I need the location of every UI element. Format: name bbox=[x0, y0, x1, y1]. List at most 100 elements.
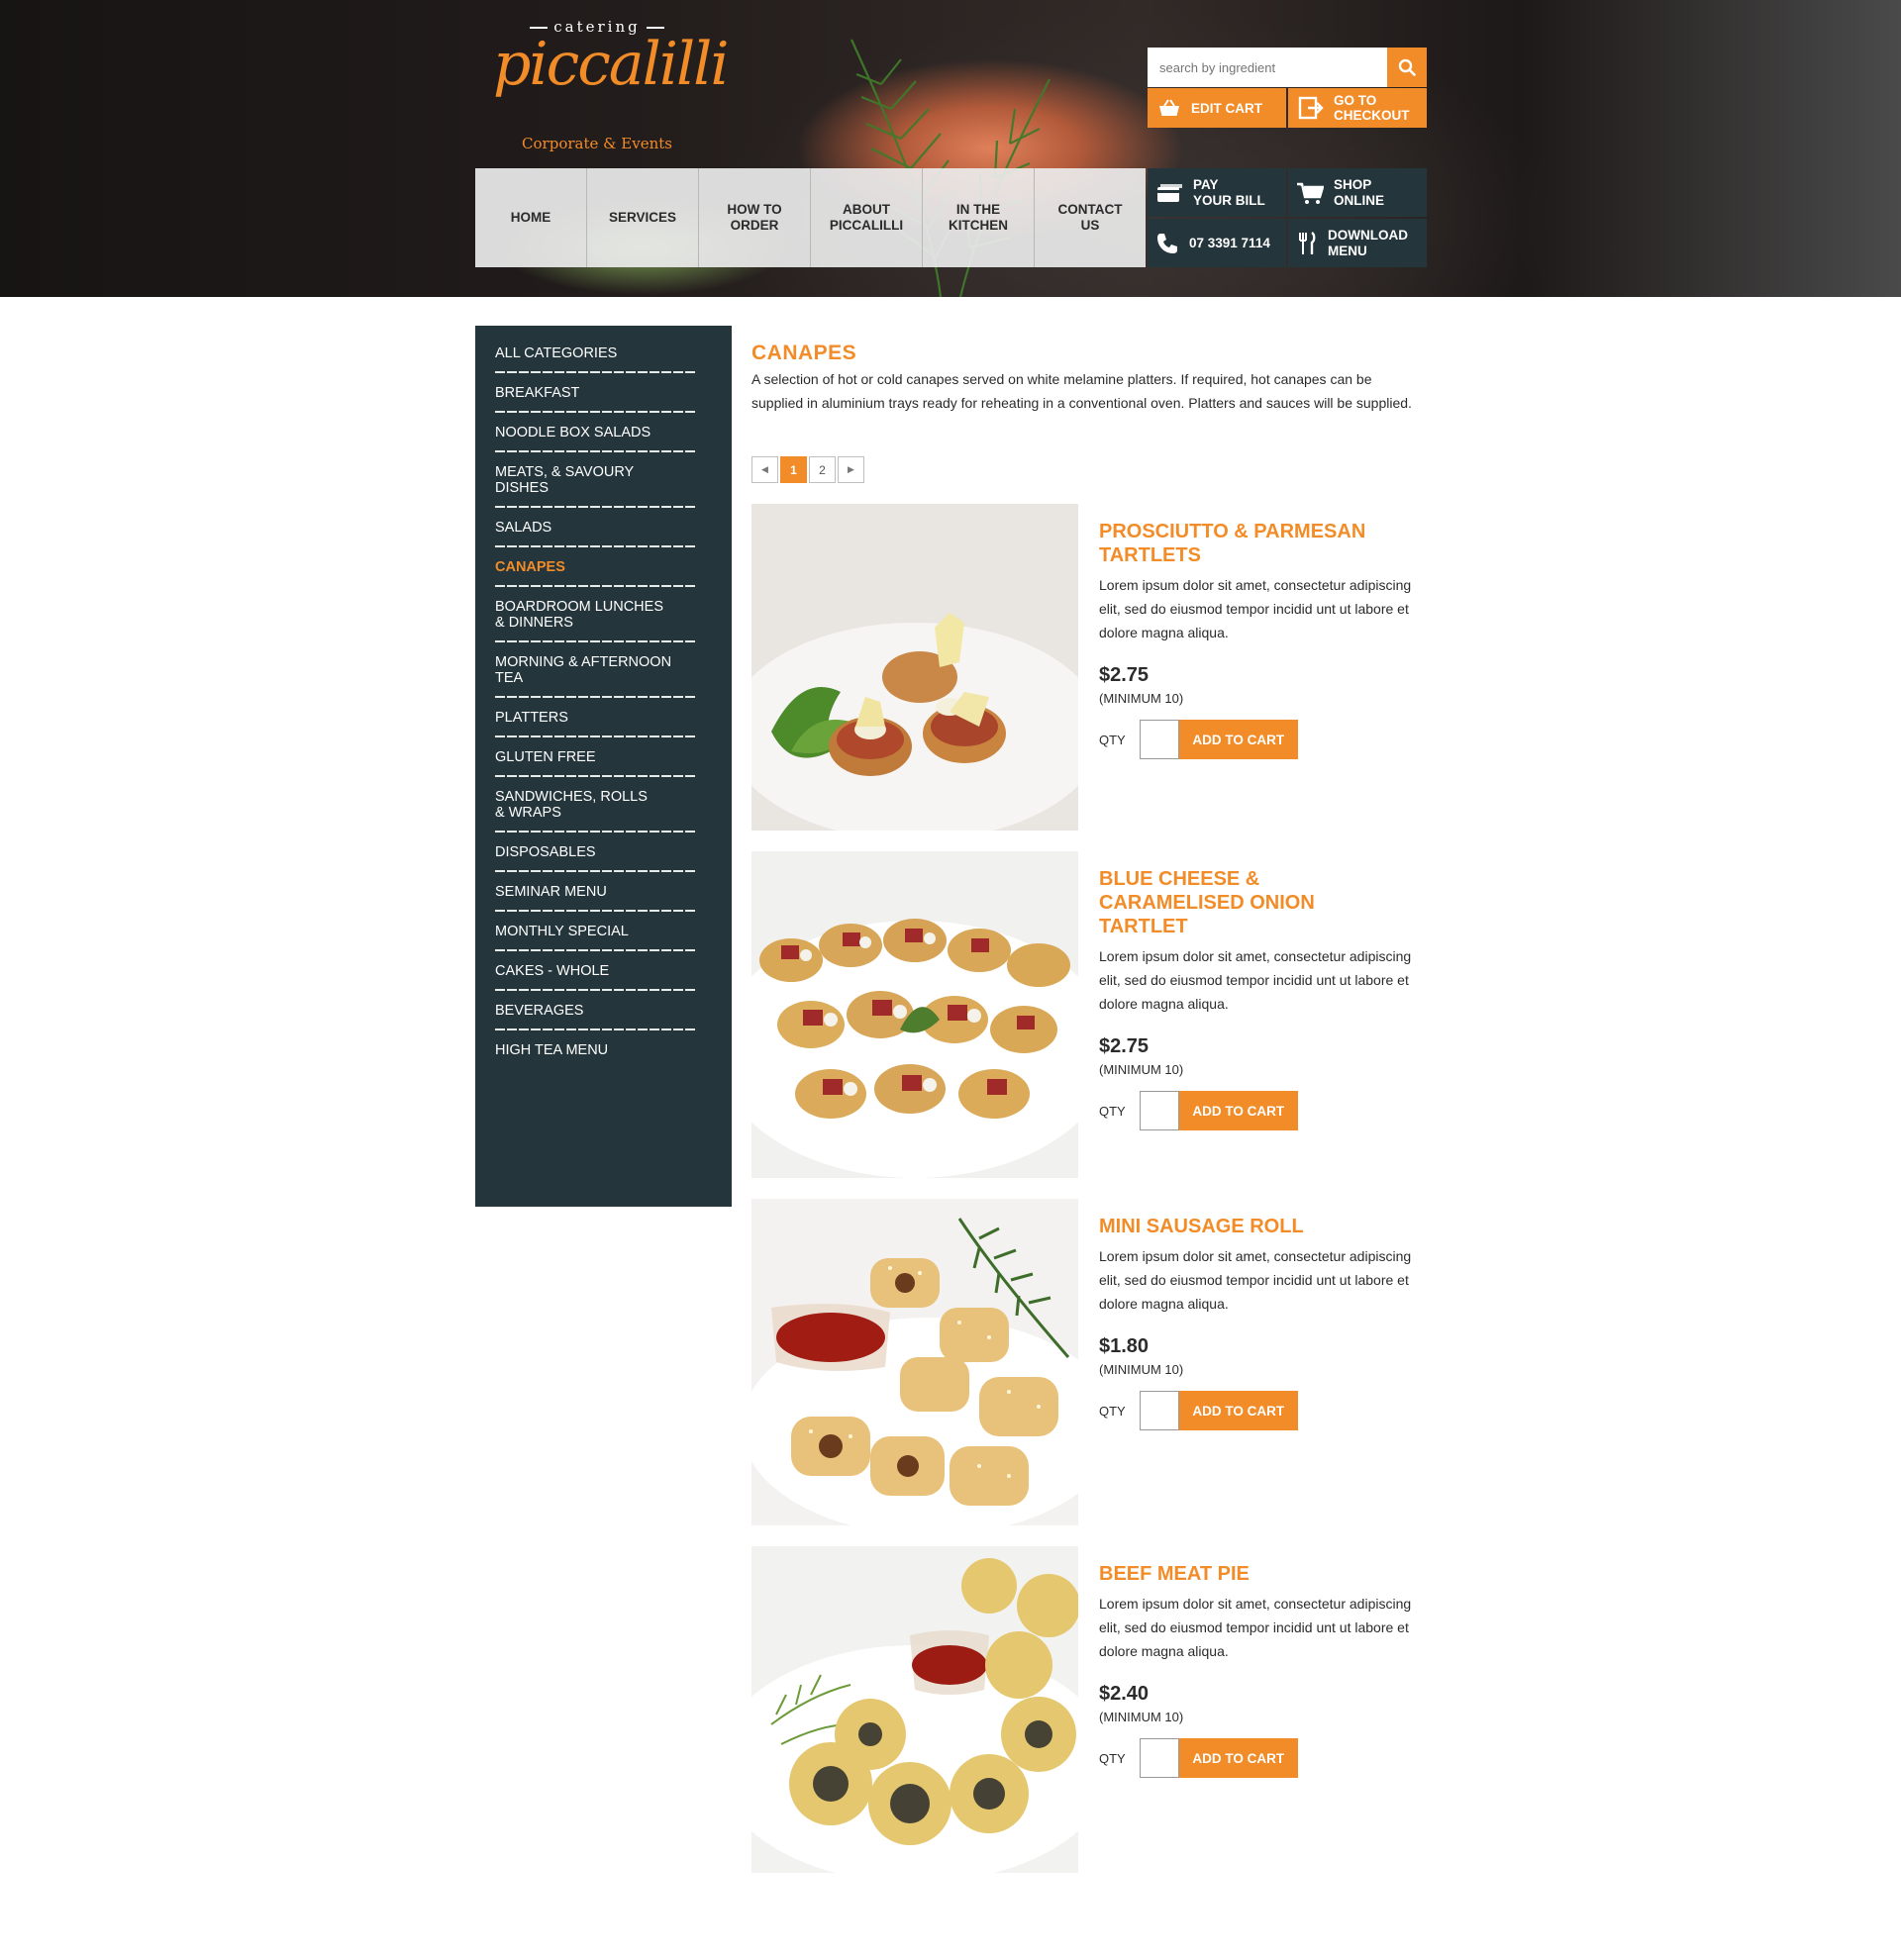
sidebar-divider bbox=[495, 371, 697, 373]
product-card: BLUE CHEESE & CARAMELISED ONION TARTLET Lor… bbox=[751, 851, 1427, 1178]
sidebar-category-item[interactable]: SEMINAR MENU bbox=[495, 884, 712, 900]
product-image[interactable] bbox=[751, 504, 1078, 831]
product-description: Lorem ipsum dolor sit amet, consectetur … bbox=[1099, 577, 1412, 640]
sidebar-category-item[interactable]: DISPOSABLES bbox=[495, 844, 712, 860]
cutlery-icon bbox=[1299, 231, 1316, 254]
next-page-button[interactable]: ▶ bbox=[838, 456, 864, 483]
checkout-button[interactable]: GO TO CHECKOUT bbox=[1288, 88, 1427, 128]
add-to-cart-button[interactable]: ADD TO CART bbox=[1178, 720, 1298, 759]
nav-contact[interactable]: CONTACT US bbox=[1035, 168, 1146, 267]
product-info: MINI SAUSAGE ROLL Lorem ipsum dolor sit a… bbox=[1099, 1215, 1427, 1430]
sidebar-category-item[interactable]: BOARDROOM LUNCHES & DINNERS bbox=[495, 599, 712, 631]
pagination: ◀ 1 2 ▶ bbox=[751, 456, 864, 483]
qty-input[interactable] bbox=[1139, 720, 1179, 759]
sidebar-divider bbox=[495, 831, 697, 833]
sidebar-category-item[interactable]: GLUTEN FREE bbox=[495, 749, 712, 765]
sidebar-category-item[interactable]: HIGH TEA MENU bbox=[495, 1042, 712, 1058]
qty-label: QTY bbox=[1099, 732, 1126, 747]
sidebar-category-item[interactable]: MORNING & AFTERNOON TEA bbox=[495, 654, 712, 686]
arrow-right-icon: ▶ bbox=[848, 464, 854, 474]
sidebar-category-item[interactable]: MEATS, & SAVOURY DISHES bbox=[495, 464, 712, 496]
product-image[interactable] bbox=[751, 1546, 1078, 1873]
product-description: Lorem ipsum dolor sit amet, consectetur … bbox=[1099, 1596, 1412, 1659]
nav-how-to-order[interactable]: HOW TO ORDER bbox=[699, 168, 811, 267]
qty-label: QTY bbox=[1099, 1750, 1126, 1766]
sidebar-divider bbox=[495, 506, 697, 508]
sidebar-divider bbox=[495, 411, 697, 413]
checkout-icon bbox=[1298, 96, 1324, 120]
add-to-cart-button[interactable]: ADD TO CART bbox=[1178, 1391, 1298, 1430]
product-minimum: (MINIMUM 10) bbox=[1099, 1710, 1184, 1724]
prev-page-button[interactable]: ◀ bbox=[751, 456, 778, 483]
page-1-button[interactable]: 1 bbox=[780, 456, 807, 483]
product-minimum: (MINIMUM 10) bbox=[1099, 1062, 1184, 1077]
qty-label: QTY bbox=[1099, 1103, 1126, 1119]
sidebar-divider bbox=[495, 870, 697, 872]
sidebar-divider bbox=[495, 910, 697, 912]
sidebar-divider bbox=[495, 1029, 697, 1030]
product-price: $2.75 bbox=[1099, 664, 1150, 686]
product-info: BEEF MEAT PIE Lorem ipsum dolor sit amet,… bbox=[1099, 1562, 1427, 1778]
nav-in-the-kitchen[interactable]: IN THE KITCHEN bbox=[923, 168, 1035, 267]
shop-online-link[interactable]: SHOP ONLINE bbox=[1288, 168, 1427, 217]
checkout-label: GO TO CHECKOUT bbox=[1334, 93, 1410, 123]
sidebar-divider bbox=[495, 585, 697, 587]
sidebar-category-item[interactable]: SANDWICHES, ROLLS & WRAPS bbox=[495, 789, 712, 821]
sidebar-divider bbox=[495, 949, 697, 951]
product-card: MINI SAUSAGE ROLL Lorem ipsum dolor sit a… bbox=[751, 1199, 1427, 1525]
phone-link[interactable]: 07 3391 7114 bbox=[1148, 219, 1286, 267]
sidebar-category-item[interactable]: ALL CATEGORIES bbox=[495, 345, 712, 361]
logo-script-text: piccalilli bbox=[493, 30, 730, 99]
basket-icon bbox=[1159, 99, 1179, 116]
add-to-cart-row: QTY ADD TO CART bbox=[1099, 1391, 1427, 1430]
product-card: PROSCIUTTO & PARMESAN TARTLETS Lorem ipsum… bbox=[751, 504, 1427, 831]
qty-label: QTY bbox=[1099, 1403, 1126, 1419]
brand-logo[interactable]: catering piccalilli Corporate & Events bbox=[493, 16, 730, 154]
edit-cart-button[interactable]: EDIT CART bbox=[1148, 88, 1286, 128]
search-input[interactable] bbox=[1148, 48, 1387, 87]
pay-bill-link[interactable]: PAY YOUR BILL bbox=[1148, 168, 1286, 217]
sidebar-category-item[interactable]: BEVERAGES bbox=[495, 1003, 712, 1019]
edit-cart-label: EDIT CART bbox=[1191, 100, 1262, 116]
nav-services[interactable]: SERVICES bbox=[587, 168, 699, 267]
sidebar-category-item[interactable]: BREAKFAST bbox=[495, 385, 712, 401]
page-description: A selection of hot or cold canapes serve… bbox=[751, 371, 1412, 411]
product-description: Lorem ipsum dolor sit amet, consectetur … bbox=[1099, 1248, 1412, 1312]
qty-input[interactable] bbox=[1139, 1391, 1179, 1430]
download-menu-link[interactable]: DOWNLOAD MENU bbox=[1288, 219, 1427, 267]
product-image[interactable] bbox=[751, 851, 1078, 1178]
product-card: BEEF MEAT PIE Lorem ipsum dolor sit amet,… bbox=[751, 1546, 1427, 1873]
qty-input[interactable] bbox=[1139, 1738, 1179, 1778]
sidebar-category-item[interactable]: CAKES - WHOLE bbox=[495, 963, 712, 979]
sidebar-category-item[interactable]: SALADS bbox=[495, 520, 712, 536]
product-name[interactable]: BLUE CHEESE & CARAMELISED ONION TARTLET bbox=[1099, 867, 1427, 938]
nav-about[interactable]: ABOUT PICCALILLI bbox=[811, 168, 923, 267]
product-name[interactable]: PROSCIUTTO & PARMESAN TARTLETS bbox=[1099, 520, 1427, 567]
sidebar-category-item[interactable]: PLATTERS bbox=[495, 710, 712, 726]
product-name[interactable]: MINI SAUSAGE ROLL bbox=[1099, 1215, 1427, 1238]
page-2-button[interactable]: 2 bbox=[809, 456, 836, 483]
search-button[interactable] bbox=[1387, 48, 1427, 87]
sidebar-category-item[interactable]: NOODLE BOX SALADS bbox=[495, 425, 712, 441]
sidebar-divider bbox=[495, 450, 697, 452]
add-to-cart-row: QTY ADD TO CART bbox=[1099, 1091, 1427, 1130]
product-info: PROSCIUTTO & PARMESAN TARTLETS Lorem ipsum… bbox=[1099, 520, 1427, 759]
header-hero: catering piccalilli Corporate & Events E… bbox=[0, 0, 1901, 297]
shopping-cart-icon bbox=[1297, 182, 1324, 204]
add-to-cart-button[interactable]: ADD TO CART bbox=[1178, 1738, 1298, 1778]
qty-input[interactable] bbox=[1139, 1091, 1179, 1130]
product-image[interactable] bbox=[751, 1199, 1078, 1525]
add-to-cart-button[interactable]: ADD TO CART bbox=[1178, 1091, 1298, 1130]
sidebar-divider bbox=[495, 775, 697, 777]
sidebar-category-item[interactable]: MONTHLY SPECIAL bbox=[495, 924, 712, 939]
product-price: $2.40 bbox=[1099, 1683, 1150, 1705]
nav-home[interactable]: HOME bbox=[475, 168, 587, 267]
sidebar-category-item[interactable]: CANAPES bbox=[495, 559, 712, 575]
product-name[interactable]: BEEF MEAT PIE bbox=[1099, 1562, 1427, 1586]
logo-tagline: Corporate & Events bbox=[522, 135, 672, 152]
add-to-cart-row: QTY ADD TO CART bbox=[1099, 1738, 1427, 1778]
product-minimum: (MINIMUM 10) bbox=[1099, 691, 1184, 706]
page-title: CANAPES bbox=[751, 342, 857, 364]
category-sidebar: ALL CATEGORIES BREAKFAST NOODLE BOX SALADS… bbox=[475, 326, 732, 1207]
product-price: $1.80 bbox=[1099, 1335, 1150, 1357]
